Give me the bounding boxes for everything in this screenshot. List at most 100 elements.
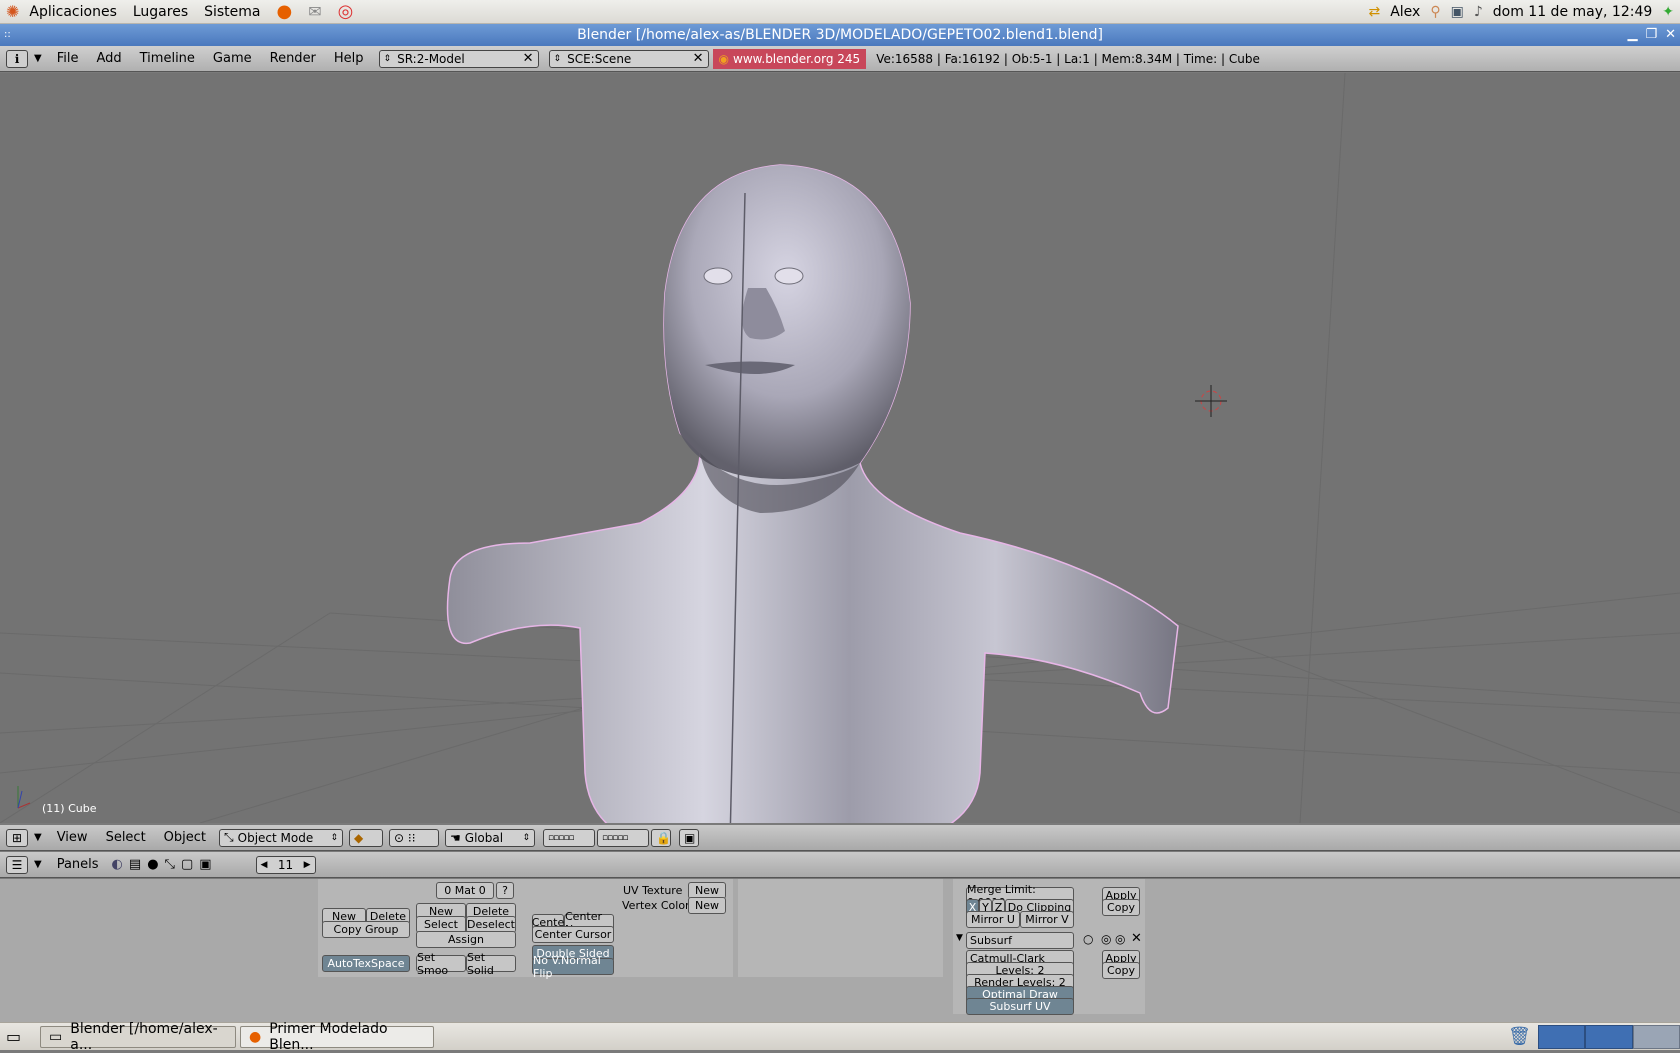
logic-context-icon[interactable]: ◐ xyxy=(112,857,123,872)
menu-lugares[interactable]: Lugares xyxy=(125,4,196,20)
menu-help[interactable]: Help xyxy=(325,51,373,66)
remove-modifier-icon[interactable]: ✕ xyxy=(1131,931,1142,946)
copy-group-button[interactable]: Copy Group xyxy=(322,921,410,938)
firefox-launcher-icon[interactable]: ● xyxy=(269,1,301,22)
delete-scene-icon[interactable]: ✕ xyxy=(693,51,704,66)
menu-sistema[interactable]: Sistema xyxy=(196,4,268,20)
workspace-2[interactable] xyxy=(1585,1025,1633,1049)
scene-stats: Ve:16588 | Fa:16192 | Ob:5-1 | La:1 | Me… xyxy=(876,51,1260,66)
mode-selector[interactable]: ⤡ Object Mode ⇕ xyxy=(219,828,344,847)
info-window-type-icon[interactable]: ℹ xyxy=(6,49,28,68)
workspace-switcher[interactable] xyxy=(1538,1025,1680,1049)
collapse-triangle-icon[interactable]: ▼ xyxy=(34,53,42,64)
menu-object[interactable]: Object xyxy=(155,830,215,845)
render-preview-button[interactable]: ▣ xyxy=(679,828,700,847)
material-index-field[interactable]: 0 Mat 0 xyxy=(436,882,494,899)
mirror-copy-button[interactable]: Copy xyxy=(1102,899,1140,916)
menu-add[interactable]: Add xyxy=(87,51,130,66)
workspace-3[interactable] xyxy=(1632,1025,1680,1049)
move-down-icon[interactable]: ◎ xyxy=(1115,932,1125,946)
gnome-bottom-panel: ▭ ▭ Blender [/home/alex-a... ● Primer Mo… xyxy=(0,1021,1680,1053)
no-vnormal-flip-toggle[interactable]: No V.Normal Flip xyxy=(532,954,614,980)
task-blender[interactable]: ▭ Blender [/home/alex-a... xyxy=(40,1021,236,1053)
set-smooth-button[interactable]: Set Smoo xyxy=(416,951,466,977)
orientation-selector[interactable]: ☚ Global ⇕ xyxy=(445,828,536,847)
workspace-1[interactable] xyxy=(1538,1025,1586,1049)
scene-name[interactable]: SCE:Scene xyxy=(567,52,631,66)
user-name[interactable]: Alex xyxy=(1390,4,1420,20)
object-context-icon[interactable]: ⤡ xyxy=(165,857,175,872)
display-icon[interactable]: ▣ xyxy=(1451,4,1464,20)
subsurf-name-field[interactable]: Subsurf xyxy=(966,932,1074,949)
editing-context-icon[interactable]: ▢ xyxy=(181,857,193,872)
lock-layers-button[interactable]: 🔒 xyxy=(651,828,672,847)
increment-icon[interactable]: ▶ xyxy=(304,860,311,870)
layer-buttons-1[interactable]: ▫▫▫▫▫ xyxy=(543,828,596,847)
minimize-icon[interactable]: ▁ xyxy=(1627,24,1637,46)
scene-context-icon[interactable]: ▣ xyxy=(199,857,211,872)
frame-value[interactable]: 11 xyxy=(278,858,293,872)
trash-icon[interactable]: 🗑 xyxy=(1508,1026,1531,1047)
mirror-u-toggle[interactable]: Mirror U xyxy=(966,911,1020,928)
scene-selector[interactable]: ⇕ SCE:Scene ✕ xyxy=(548,49,709,68)
clock[interactable]: dom 11 de may, 12:49 xyxy=(1493,4,1653,20)
subsurf-uv-toggle[interactable]: Subsurf UV xyxy=(966,998,1074,1015)
ubuntu-logo-icon: ✺ xyxy=(6,2,20,21)
collapse-triangle-icon[interactable]: ▼ xyxy=(34,859,42,870)
close-icon[interactable]: ✕ xyxy=(1665,24,1676,46)
material-help-button[interactable]: ? xyxy=(496,882,514,899)
menu-render[interactable]: Render xyxy=(261,51,325,66)
window-titlebar[interactable]: :: Blender [/home/alex-as/BLENDER 3D/MOD… xyxy=(0,24,1680,46)
email-launcher-icon[interactable]: ✉ xyxy=(300,2,329,21)
expand-triangle-icon[interactable]: ▼ xyxy=(956,933,963,943)
task-firefox[interactable]: ● Primer Modelado Blen... xyxy=(240,1021,434,1053)
3d-viewport[interactable]: (11) Cube xyxy=(0,73,1680,823)
center-cursor-button[interactable]: Center Cursor xyxy=(532,926,614,943)
screen-selector[interactable]: ⇕ SR:2-Model ✕ xyxy=(378,49,539,68)
pivot-selector[interactable]: ⊙ ⁝⁝ xyxy=(389,828,440,847)
menu-view[interactable]: View xyxy=(48,830,97,845)
move-up-icon[interactable]: ◎ xyxy=(1101,932,1111,946)
network-icon[interactable]: ⇄ xyxy=(1368,4,1380,20)
website-link[interactable]: ◉ www.blender.org 245 xyxy=(712,48,867,69)
buttons-header: ☰ ▼ Panels ◐ ▤ ● ⤡ ▢ ▣ ◀ 11 ▶ xyxy=(0,852,1680,878)
view3d-window-type-icon[interactable]: ⊞ xyxy=(6,828,28,847)
window-title: Blender [/home/alex-as/BLENDER 3D/MODELA… xyxy=(577,27,1103,43)
volume-icon[interactable]: ♪ xyxy=(1474,4,1483,20)
set-solid-button[interactable]: Set Solid xyxy=(466,951,516,977)
script-context-icon[interactable]: ▤ xyxy=(129,857,141,872)
layer-buttons-2[interactable]: ▫▫▫▫▫ xyxy=(597,828,650,847)
frame-number-field[interactable]: ◀ 11 ▶ xyxy=(255,855,316,874)
screen-name[interactable]: SR:2-Model xyxy=(397,52,465,66)
menu-game[interactable]: Game xyxy=(204,51,261,66)
mode-value[interactable]: Object Mode xyxy=(238,831,314,845)
collapse-triangle-icon[interactable]: ▼ xyxy=(34,832,42,843)
draw-type-selector[interactable]: ◆ xyxy=(349,828,384,847)
delete-screen-icon[interactable]: ✕ xyxy=(523,51,534,66)
menu-file[interactable]: File xyxy=(48,51,88,66)
mirror-v-toggle[interactable]: Mirror V xyxy=(1020,911,1074,928)
search-icon[interactable]: ⚲ xyxy=(1430,4,1440,20)
subsurf-copy-button[interactable]: Copy xyxy=(1102,962,1140,979)
autotexspace-toggle[interactable]: AutoTexSpace xyxy=(322,955,410,972)
bust-mesh[interactable] xyxy=(446,164,1179,823)
gnome-menus: ✺ Aplicaciones Lugares Sistema ● ✉ ◎ xyxy=(0,0,361,24)
3d-cursor[interactable] xyxy=(1195,385,1227,417)
shading-context-icon[interactable]: ● xyxy=(147,857,158,872)
buttons-window-type-icon[interactable]: ☰ xyxy=(6,855,28,874)
material-assign-button[interactable]: Assign xyxy=(416,931,516,948)
menu-timeline[interactable]: Timeline xyxy=(131,51,204,66)
subsurf-circle-icon[interactable]: ○ xyxy=(1083,932,1093,946)
orientation-value[interactable]: Global xyxy=(465,831,503,845)
menu-select[interactable]: Select xyxy=(97,830,155,845)
maximize-icon[interactable]: ❐ xyxy=(1645,24,1657,46)
window-menu-icon[interactable]: :: xyxy=(4,24,11,46)
menu-aplicaciones[interactable]: Aplicaciones xyxy=(21,4,124,20)
logout-icon[interactable]: ✦ xyxy=(1662,4,1674,20)
help-launcher-icon[interactable]: ◎ xyxy=(330,1,362,22)
vertex-color-new-button[interactable]: New xyxy=(688,897,726,914)
panels-menu[interactable]: Panels xyxy=(48,857,108,872)
show-desktop-icon[interactable]: ▭ xyxy=(6,1027,21,1046)
decrement-icon[interactable]: ◀ xyxy=(261,860,268,870)
viewport-scene[interactable] xyxy=(0,73,1680,823)
